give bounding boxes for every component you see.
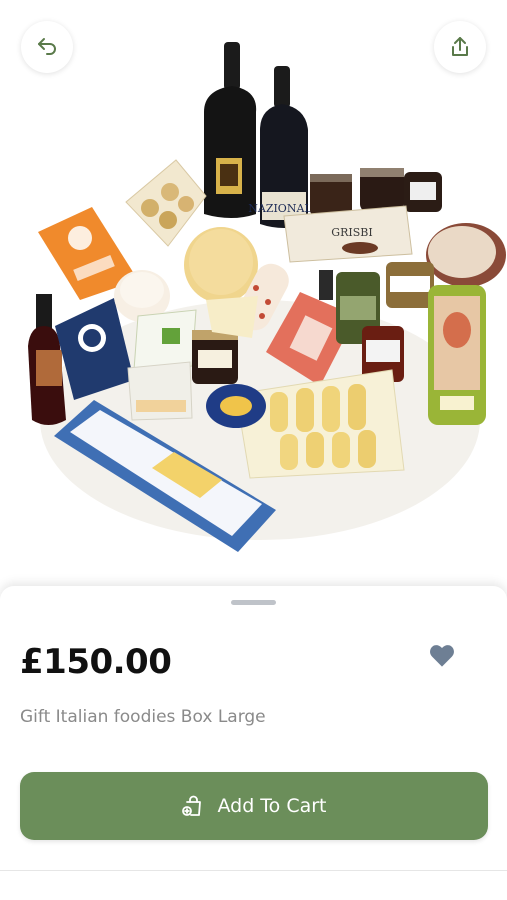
jam-jar [192, 330, 238, 384]
biscuit-box: GRISBI [283, 205, 413, 263]
divider [0, 870, 507, 871]
add-to-cart-label: Add To Cart [217, 795, 327, 817]
favorite-button[interactable] [428, 642, 456, 668]
product-details-sheet: £150.00 Gift Italian foodies Box Large A… [0, 586, 507, 900]
cheese-wedge [206, 296, 258, 338]
wine-bottle-right: NAZIONALE [248, 66, 320, 228]
svg-text:GRISBI: GRISBI [331, 226, 372, 239]
product-name: Gift Italian foodies Box Large [20, 707, 266, 727]
share-icon [452, 37, 468, 56]
prosciutto [426, 223, 506, 287]
jar-kitchen [386, 262, 434, 308]
hamper-illustration: NAZIONALE GRISBI [28, 42, 506, 552]
undo-arrow-icon [38, 38, 56, 55]
wine-bottle-left [204, 42, 257, 218]
jar-2 [360, 168, 404, 212]
heart-icon [430, 645, 454, 667]
organic-box [133, 309, 197, 371]
balsamic-bottle [28, 294, 66, 425]
taralli-bag [125, 159, 207, 247]
product-image: NAZIONALE GRISBI [0, 0, 507, 588]
jar-1 [310, 174, 352, 216]
back-button[interactable] [21, 21, 73, 73]
product-price: £150.00 [20, 642, 172, 682]
shopping-bag-add-icon [182, 795, 202, 816]
drag-handle[interactable] [231, 600, 276, 605]
jar-3 [404, 172, 442, 212]
decorative-tin [428, 285, 486, 425]
svg-text:NAZIONALE: NAZIONALE [248, 202, 319, 215]
share-button[interactable] [434, 21, 486, 73]
add-to-cart-button[interactable]: Add To Cart [20, 772, 488, 840]
flour-bag [127, 361, 193, 421]
